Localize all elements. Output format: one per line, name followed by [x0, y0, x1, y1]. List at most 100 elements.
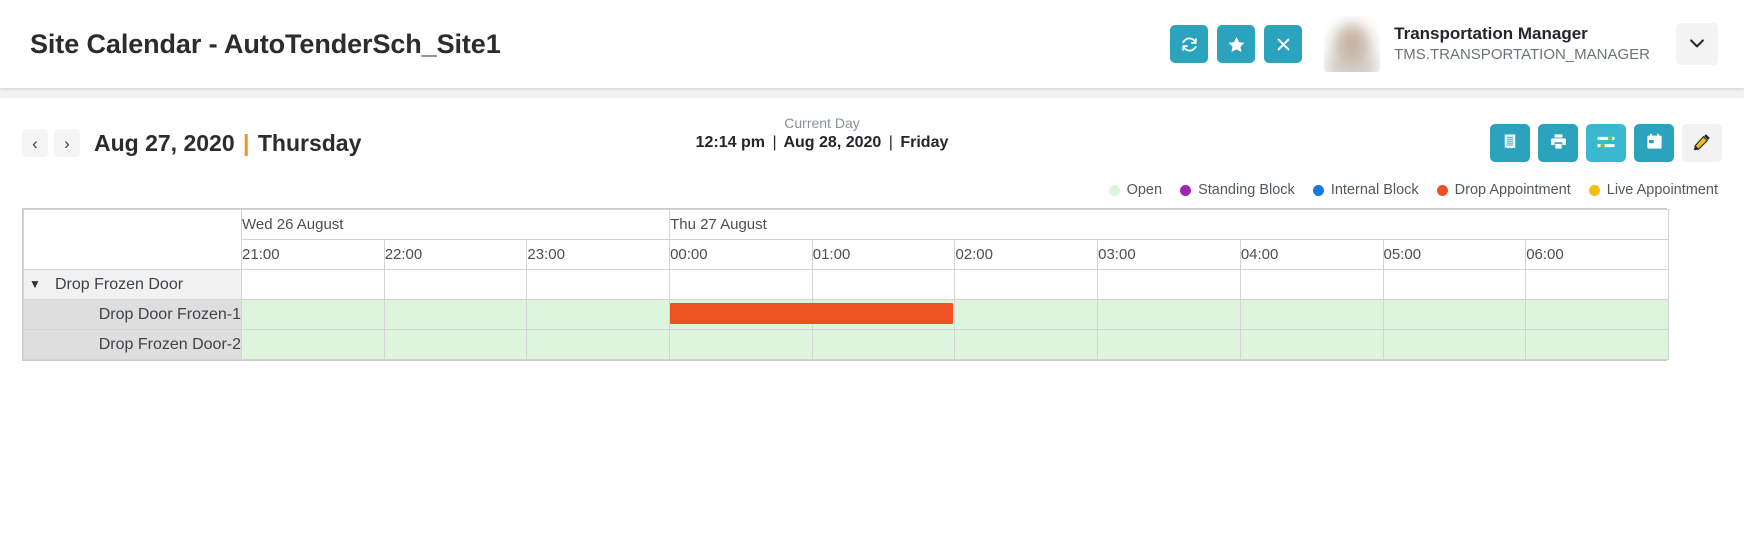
close-button[interactable]: [1264, 25, 1302, 63]
calendar-action-buttons: [1490, 124, 1722, 162]
slot-2300[interactable]: [527, 330, 670, 360]
selected-date-text: Aug 27, 2020: [94, 130, 235, 156]
legend-dot-standing-block: [1180, 185, 1191, 196]
hour-header-0300[interactable]: 03:00: [1098, 240, 1241, 270]
current-day-value: 12:14 pm | Aug 28, 2020 | Friday: [662, 134, 982, 152]
slot-0400[interactable]: [1240, 300, 1383, 330]
current-date: Aug 28, 2020: [783, 134, 881, 151]
slot-0300[interactable]: [1098, 300, 1241, 330]
star-icon: [1227, 35, 1246, 54]
group-slot: [384, 270, 527, 300]
current-separator-2: |: [886, 134, 896, 151]
hour-header-0100[interactable]: 01:00: [812, 240, 955, 270]
legend-item-drop-appointment: Drop Appointment: [1437, 182, 1571, 198]
legend-dot-internal-block: [1313, 185, 1324, 196]
table-row: Drop Door Frozen-1: [24, 300, 1669, 330]
group-slot: [1526, 270, 1669, 300]
hour-header-0400[interactable]: 04:00: [1240, 240, 1383, 270]
receipt-icon: [1501, 133, 1519, 154]
row-label-drop-door-frozen-1[interactable]: Drop Door Frozen-1: [24, 300, 242, 330]
date-separator: |: [241, 130, 251, 156]
day-header-row: Wed 26 August Thu 27 August: [24, 210, 1669, 240]
app-header: Site Calendar - AutoTenderSch_Site1: [0, 0, 1744, 88]
slot-0400[interactable]: [1240, 330, 1383, 360]
avatar-face: [1332, 24, 1372, 70]
current-day-title: Current Day: [662, 114, 982, 132]
legend-dot-open: [1109, 185, 1120, 196]
hour-header-0600[interactable]: 06:00: [1526, 240, 1669, 270]
collapse-caret-icon[interactable]: ▼: [24, 277, 46, 291]
group-slot: [1383, 270, 1526, 300]
slot-2200[interactable]: [384, 300, 527, 330]
user-info: Transportation Manager TMS.TRANSPORTATIO…: [1394, 23, 1650, 65]
slot-2300[interactable]: [527, 300, 670, 330]
slot-0500[interactable]: [1383, 300, 1526, 330]
selected-weekday-text: Thursday: [258, 130, 362, 156]
slot-0000[interactable]: [670, 300, 813, 330]
hour-header-2300[interactable]: 23:00: [527, 240, 670, 270]
print-button[interactable]: [1538, 124, 1578, 162]
slot-0500[interactable]: [1383, 330, 1526, 360]
user-role: TMS.TRANSPORTATION_MANAGER: [1394, 46, 1650, 65]
hour-header-0500[interactable]: 05:00: [1383, 240, 1526, 270]
favorite-button[interactable]: [1217, 25, 1255, 63]
legend-item-live-appointment: Live Appointment: [1589, 182, 1718, 198]
group-row-drop-frozen-door[interactable]: ▼Drop Frozen Door: [24, 270, 242, 300]
refresh-button[interactable]: [1170, 25, 1208, 63]
group-label-text: Drop Frozen Door: [46, 276, 183, 293]
slot-0600[interactable]: [1526, 300, 1669, 330]
chevron-down-icon: [1687, 33, 1707, 56]
grid-corner-cell: [24, 210, 242, 270]
calendar-body: ▼Drop Frozen Door Drop Door Frozen-1: [24, 270, 1669, 360]
group-slot: [670, 270, 813, 300]
slot-0000[interactable]: [670, 330, 813, 360]
close-icon: [1275, 36, 1292, 53]
hour-header-2200[interactable]: 22:00: [384, 240, 527, 270]
hour-header-0200[interactable]: 02:00: [955, 240, 1098, 270]
current-day-block: Current Day 12:14 pm | Aug 28, 2020 | Fr…: [662, 114, 982, 152]
legend-label-live-appointment: Live Appointment: [1607, 182, 1718, 198]
slot-2100[interactable]: [242, 330, 385, 360]
slot-0600[interactable]: [1526, 330, 1669, 360]
slot-2200[interactable]: [384, 330, 527, 360]
group-slot: [1240, 270, 1383, 300]
legend-label-internal-block: Internal Block: [1331, 182, 1419, 198]
calendar-table: Wed 26 August Thu 27 August 21:00 22:00 …: [23, 209, 1669, 360]
pencil-icon: [1693, 132, 1712, 154]
current-weekday: Friday: [900, 134, 948, 151]
appointment-bar-drop[interactable]: [670, 303, 953, 324]
report-button[interactable]: [1490, 124, 1530, 162]
current-time: 12:14 pm: [696, 134, 765, 151]
calendar-icon: [1645, 132, 1664, 154]
user-menu-button[interactable]: [1676, 23, 1718, 65]
group-slot: [812, 270, 955, 300]
calendar-view-button[interactable]: [1634, 124, 1674, 162]
hour-header-0000[interactable]: 00:00: [670, 240, 813, 270]
hour-header-row: 21:00 22:00 23:00 00:00 01:00 02:00 03:0…: [24, 240, 1669, 270]
next-day-button[interactable]: ›: [54, 129, 80, 157]
calendar-grid: Wed 26 August Thu 27 August 21:00 22:00 …: [22, 208, 1667, 361]
legend-dot-drop-appointment: [1437, 185, 1448, 196]
slot-0300[interactable]: [1098, 330, 1241, 360]
date-nav-group: ‹ ›: [22, 129, 80, 157]
edit-button[interactable]: [1682, 124, 1722, 162]
calendar-legend: Open Standing Block Internal Block Drop …: [22, 176, 1722, 208]
slot-0200[interactable]: [955, 300, 1098, 330]
table-row: Drop Frozen Door-2: [24, 330, 1669, 360]
group-slot: [955, 270, 1098, 300]
user-name: Transportation Manager: [1394, 23, 1650, 44]
header-right-cluster: Transportation Manager TMS.TRANSPORTATIO…: [1170, 16, 1718, 72]
filter-settings-button[interactable]: [1586, 124, 1626, 162]
table-row: ▼Drop Frozen Door: [24, 270, 1669, 300]
row-label-drop-frozen-door-2[interactable]: Drop Frozen Door-2: [24, 330, 242, 360]
slot-0100[interactable]: [812, 330, 955, 360]
slot-2100[interactable]: [242, 300, 385, 330]
legend-dot-live-appointment: [1589, 185, 1600, 196]
slot-0200[interactable]: [955, 330, 1098, 360]
sliders-icon: [1595, 131, 1617, 156]
legend-item-internal-block: Internal Block: [1313, 182, 1419, 198]
legend-item-standing-block: Standing Block: [1180, 182, 1295, 198]
group-slot: [1098, 270, 1241, 300]
hour-header-2100[interactable]: 21:00: [242, 240, 385, 270]
previous-day-button[interactable]: ‹: [22, 129, 48, 157]
